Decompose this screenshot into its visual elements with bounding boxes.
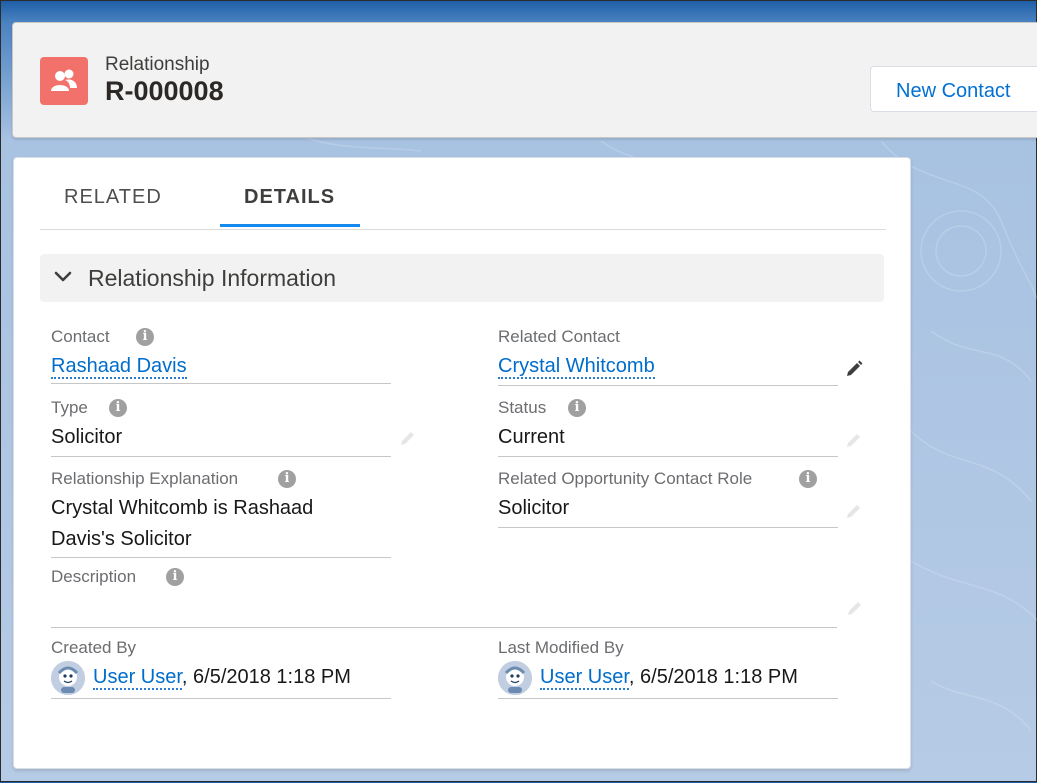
field-last-modified-by: Last Modified By User User, 6/5/2018 1:1… (498, 638, 838, 700)
field-label: Contact (51, 327, 110, 346)
field-divider (498, 527, 838, 528)
field-value-line-1: Crystal Whitcomb is Rashaad (51, 497, 314, 519)
section-header-relationship-information[interactable]: Relationship Information (40, 254, 884, 302)
field-related-opportunity-contact-role: Related Opportunity Contact Role i Solic… (498, 469, 860, 529)
info-icon[interactable]: i (568, 399, 586, 417)
field-divider (51, 557, 391, 558)
field-label: Created By (51, 638, 137, 657)
field-label: Description (51, 567, 137, 586)
new-contact-button[interactable]: New Contact (870, 66, 1037, 112)
info-icon[interactable]: i (136, 328, 154, 346)
field-label: Related Contact (498, 327, 620, 346)
field-description: Description i (51, 567, 861, 629)
last-modified-by-user-link[interactable]: User User (540, 666, 629, 690)
field-divider (498, 698, 838, 699)
user-avatar (51, 661, 85, 695)
chevron-down-icon (54, 271, 72, 282)
field-divider (498, 456, 838, 457)
tab-related[interactable]: RELATED (64, 186, 162, 209)
field-divider (498, 385, 838, 386)
active-tab-indicator (220, 224, 360, 227)
field-label: Type (51, 398, 88, 417)
field-divider (51, 698, 391, 699)
edit-pencil-icon[interactable] (844, 430, 864, 450)
field-value: Solicitor (498, 497, 570, 519)
tab-details[interactable]: DETAILS (244, 186, 335, 209)
field-divider (51, 627, 837, 628)
field-value-line-2: Davis's Solicitor (51, 528, 192, 550)
tab-bar: RELATED DETAILS (40, 158, 886, 230)
field-value: Solicitor (51, 426, 123, 448)
field-label: Status (498, 398, 547, 417)
edit-pencil-icon[interactable] (845, 598, 865, 618)
field-divider (51, 383, 391, 384)
field-value: Current (498, 426, 565, 448)
field-label: Relationship Explanation (51, 469, 239, 488)
field-relationship-explanation: Relationship Explanation i Crystal Whitc… (51, 469, 391, 559)
field-related-contact: Related Contact Crystal Whitcomb (498, 327, 863, 387)
relationship-icon (40, 57, 88, 105)
info-icon[interactable]: i (278, 470, 296, 488)
field-label: Last Modified By (498, 638, 624, 657)
record-title: R-000008 (105, 76, 224, 106)
user-avatar (498, 661, 532, 695)
field-contact: Contact i Rashaad Davis (51, 327, 391, 387)
edit-pencil-icon[interactable] (844, 501, 864, 521)
created-by-value: User User, 6/5/2018 1:18 PM (93, 666, 351, 690)
record-header: Relationship R-000008 New Contact (12, 22, 1037, 138)
field-status: Status i Current (498, 398, 860, 458)
field-label: Related Opportunity Contact Role (498, 469, 753, 488)
object-type-label: Relationship (105, 54, 210, 75)
contact-link[interactable]: Rashaad Davis (51, 351, 187, 382)
field-divider (51, 456, 391, 457)
edit-pencil-icon[interactable] (844, 359, 864, 379)
info-icon[interactable]: i (166, 568, 184, 586)
created-by-user-link[interactable]: User User (93, 666, 182, 690)
info-icon[interactable]: i (799, 470, 817, 488)
related-contact-link[interactable]: Crystal Whitcomb (498, 351, 655, 382)
field-created-by: Created By User User, 6/5/2018 1:18 PM (51, 638, 391, 700)
field-type: Type i Solicitor (51, 398, 414, 458)
info-icon[interactable]: i (109, 399, 127, 417)
details-card: RELATED DETAILS Relationship Information… (13, 157, 911, 769)
section-title: Relationship Information (88, 265, 337, 291)
edit-pencil-icon[interactable] (398, 428, 418, 448)
last-modified-by-value: User User, 6/5/2018 1:18 PM (540, 666, 798, 690)
